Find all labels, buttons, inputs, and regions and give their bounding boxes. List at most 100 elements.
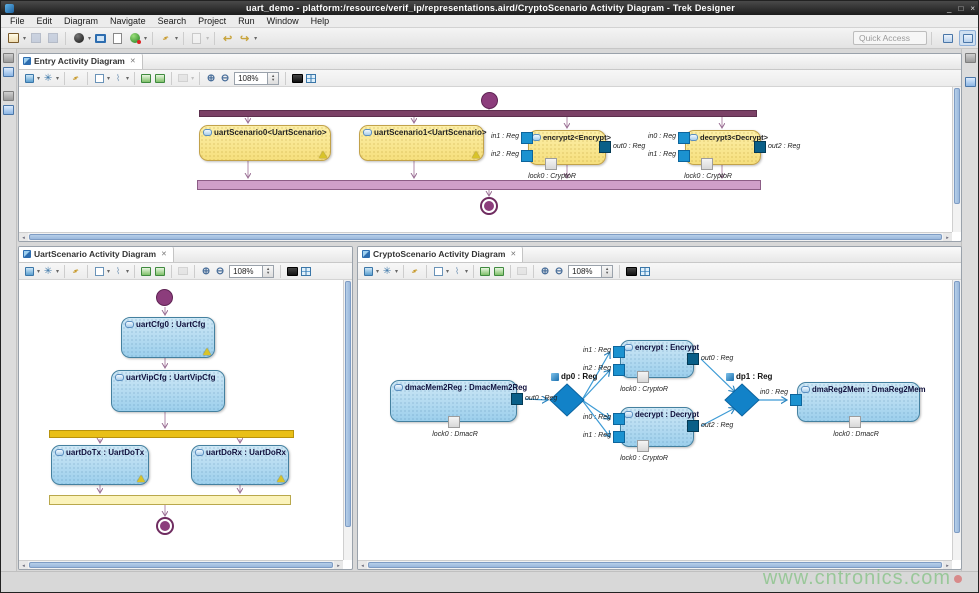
fork-bar[interactable] bbox=[49, 430, 294, 438]
menu-help[interactable]: Help bbox=[305, 16, 336, 26]
action-uartscenario1[interactable]: uartScenario1<UartScenario> bbox=[359, 125, 484, 161]
arrange-icon[interactable]: ✳ bbox=[42, 72, 55, 85]
pin-in0[interactable] bbox=[790, 394, 802, 406]
zoom-input[interactable]: 108% bbox=[234, 72, 268, 85]
join-bar[interactable] bbox=[49, 495, 291, 505]
pin-lock0[interactable] bbox=[448, 416, 460, 428]
back-icon[interactable]: ↩ bbox=[220, 31, 235, 46]
pin-out2[interactable] bbox=[754, 141, 766, 153]
open-perspective-icon[interactable] bbox=[939, 30, 956, 46]
select-shape-icon[interactable] bbox=[93, 265, 106, 278]
pin-lock0[interactable] bbox=[637, 371, 649, 383]
maximize-button[interactable]: □ bbox=[958, 4, 963, 13]
quick-access-box[interactable]: Quick Access bbox=[853, 31, 927, 45]
zoom-out-icon[interactable]: ⊖ bbox=[553, 265, 566, 278]
action-uartdotx[interactable]: uartDoTx : UartDoTx bbox=[51, 445, 149, 485]
join-bar[interactable] bbox=[197, 180, 761, 190]
final-node[interactable] bbox=[480, 197, 498, 215]
zoom-out-icon[interactable]: ⊖ bbox=[214, 265, 227, 278]
forward-dropdown-icon[interactable]: ▾ bbox=[254, 35, 257, 42]
fork-bar[interactable] bbox=[199, 110, 757, 117]
entry-canvas[interactable]: uartScenario0<UartScenario> uartScenario… bbox=[19, 87, 952, 232]
menu-navigate[interactable]: Navigate bbox=[104, 16, 152, 26]
pin-lock0[interactable] bbox=[545, 158, 557, 170]
run-config-dropdown-icon[interactable]: ▾ bbox=[88, 35, 91, 42]
restore-outline-icon[interactable] bbox=[3, 91, 14, 101]
layers-icon[interactable] bbox=[362, 265, 375, 278]
pin-in1[interactable] bbox=[521, 132, 533, 144]
action-uartvipcfg[interactable]: uartVipCfg : UartVipCfg bbox=[111, 370, 225, 412]
arrange-icon[interactable]: ✳ bbox=[381, 265, 394, 278]
wand-dropdown-icon[interactable]: ▾ bbox=[175, 35, 178, 42]
layers-dropdown-icon[interactable]: ▾ bbox=[376, 268, 379, 275]
export-image-icon[interactable] bbox=[140, 72, 153, 85]
grid-icon[interactable] bbox=[300, 265, 313, 278]
select-shape-dropdown-icon[interactable]: ▾ bbox=[107, 268, 110, 275]
select-shape-icon[interactable] bbox=[93, 72, 106, 85]
snapshot-icon[interactable] bbox=[286, 265, 299, 278]
tab-close-icon[interactable]: ✕ bbox=[161, 250, 167, 258]
initial-node[interactable] bbox=[481, 92, 498, 109]
menu-window[interactable]: Window bbox=[261, 16, 305, 26]
menu-project[interactable]: Project bbox=[192, 16, 232, 26]
report-icon[interactable] bbox=[110, 31, 125, 46]
layers-icon[interactable] bbox=[23, 265, 36, 278]
run-config-icon[interactable] bbox=[71, 31, 86, 46]
filter-wand-icon[interactable]: ⌁ bbox=[409, 265, 422, 278]
action-encrypt2[interactable]: encrypt2<Encrypt> bbox=[528, 130, 606, 165]
final-node[interactable] bbox=[156, 517, 174, 535]
export-diagram-icon[interactable] bbox=[154, 265, 167, 278]
grid-icon[interactable] bbox=[305, 72, 318, 85]
action-decrypt[interactable]: decrypt : Decrypt bbox=[620, 407, 694, 447]
run-icon[interactable] bbox=[127, 31, 142, 46]
restore-explorer-icon[interactable] bbox=[3, 53, 14, 63]
router-dropdown-icon[interactable]: ▾ bbox=[126, 75, 129, 82]
zoom-in-icon[interactable]: ⊕ bbox=[539, 265, 552, 278]
router-dropdown-icon[interactable]: ▾ bbox=[126, 268, 129, 275]
uart-vscrollbar[interactable] bbox=[343, 280, 352, 560]
export-image-icon[interactable] bbox=[479, 265, 492, 278]
menu-edit[interactable]: Edit bbox=[31, 16, 59, 26]
filter-wand-icon[interactable]: ⌁ bbox=[70, 72, 83, 85]
pin-in0[interactable] bbox=[678, 132, 690, 144]
zoom-spinner[interactable]: ▲▼ bbox=[602, 265, 613, 278]
tab-uartscenario-activity-diagram[interactable]: UartScenario Activity Diagram ✕ bbox=[19, 246, 174, 262]
new-wizard-icon[interactable] bbox=[6, 31, 21, 46]
tab-close-icon[interactable]: ✕ bbox=[130, 57, 136, 65]
router-icon[interactable]: ⌇ bbox=[451, 265, 464, 278]
entry-vscrollbar[interactable] bbox=[952, 87, 961, 232]
zoom-out-icon[interactable]: ⊖ bbox=[219, 72, 232, 85]
arrange-dropdown-icon[interactable]: ▾ bbox=[56, 268, 59, 275]
menu-search[interactable]: Search bbox=[152, 16, 193, 26]
restore-properties-icon[interactable] bbox=[965, 53, 976, 63]
menu-file[interactable]: File bbox=[4, 16, 31, 26]
menu-diagram[interactable]: Diagram bbox=[58, 16, 104, 26]
pin-lock0[interactable] bbox=[701, 158, 713, 170]
crypto-canvas[interactable]: dmacMem2Reg : DmacMem2Reg out0 : Reg loc… bbox=[358, 280, 952, 560]
entry-hscrollbar[interactable]: ◂▸ bbox=[19, 232, 952, 241]
snapshot-icon[interactable] bbox=[291, 72, 304, 85]
pin-in2[interactable] bbox=[613, 364, 625, 376]
select-shape-dropdown-icon[interactable]: ▾ bbox=[107, 75, 110, 82]
export-image-icon[interactable] bbox=[140, 265, 153, 278]
console-icon[interactable] bbox=[93, 31, 108, 46]
action-uartdorx[interactable]: uartDoRx : UartDoRx bbox=[191, 445, 289, 485]
tab-close-icon[interactable]: ✕ bbox=[510, 250, 516, 258]
zoom-input[interactable]: 108% bbox=[229, 265, 263, 278]
export-diagram-icon[interactable] bbox=[493, 265, 506, 278]
crypto-vscrollbar[interactable] bbox=[952, 280, 961, 560]
initial-node[interactable] bbox=[156, 289, 173, 306]
zoom-in-icon[interactable]: ⊕ bbox=[200, 265, 213, 278]
tab-cryptoscenario-activity-diagram[interactable]: CryptoScenario Activity Diagram ✕ bbox=[358, 246, 523, 262]
layers-icon[interactable] bbox=[23, 72, 36, 85]
select-shape-dropdown-icon[interactable]: ▾ bbox=[446, 268, 449, 275]
pin-in0[interactable] bbox=[613, 413, 625, 425]
router-icon[interactable]: ⌇ bbox=[112, 72, 125, 85]
outline-view-icon[interactable] bbox=[3, 105, 14, 115]
snapshot-icon[interactable] bbox=[625, 265, 638, 278]
zoom-spinner[interactable]: ▲▼ bbox=[268, 72, 279, 85]
pin-in1[interactable] bbox=[613, 431, 625, 443]
filter-wand-icon[interactable]: ⌁ bbox=[70, 265, 83, 278]
pin-out0[interactable] bbox=[687, 353, 699, 365]
palette-icon[interactable] bbox=[965, 77, 976, 87]
